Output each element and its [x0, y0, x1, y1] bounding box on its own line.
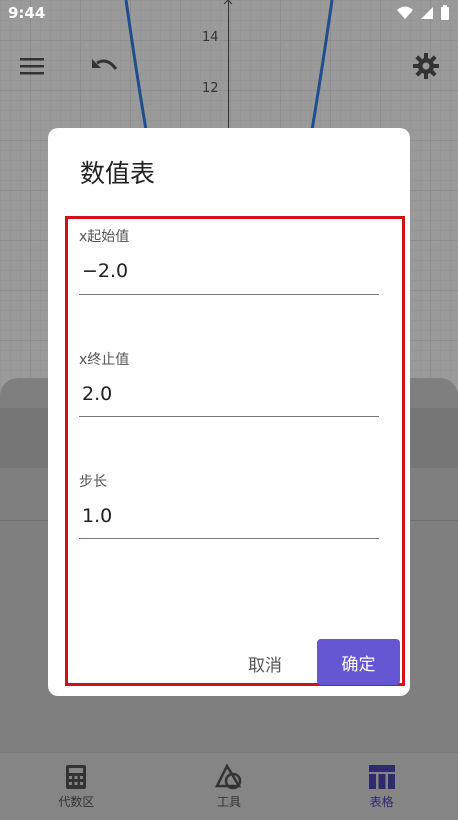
- step-value[interactable]: 1.0: [79, 505, 379, 527]
- nav-item-tools[interactable]: 工具: [179, 763, 279, 810]
- wifi-icon: [397, 6, 413, 19]
- shapes-icon: [214, 763, 242, 789]
- step-field[interactable]: 步长 1.0: [79, 471, 379, 539]
- y-tick-label: 14: [202, 30, 219, 45]
- menu-icon: [20, 58, 44, 75]
- nav-item-algebra[interactable]: 代数区: [26, 764, 126, 810]
- x-end-label: x终止值: [79, 352, 130, 368]
- x-start-underline: [79, 294, 379, 295]
- signal-icon: [421, 7, 433, 19]
- cancel-button[interactable]: 取消: [234, 644, 296, 682]
- x-start-field[interactable]: x起始值 −2.0: [79, 226, 379, 295]
- calculator-icon: [66, 764, 87, 789]
- step-label: 步长: [79, 474, 107, 490]
- nav-label: 表格: [369, 794, 394, 809]
- nav-item-table[interactable]: 表格: [332, 764, 432, 810]
- step-underline: [79, 538, 379, 539]
- x-end-underline: [79, 416, 379, 417]
- table-icon: [368, 764, 395, 789]
- x-start-value[interactable]: −2.0: [79, 260, 379, 282]
- highlight-box: [65, 216, 405, 686]
- status-bar: 9:44: [0, 0, 458, 26]
- table-of-values-dialog: 数值表 x起始值 −2.0 x终止值 2.0 步长 1.0 取消 确定: [48, 128, 410, 696]
- y-tick-label: 12: [202, 81, 219, 96]
- undo-button[interactable]: [88, 50, 120, 82]
- undo-icon: [92, 59, 118, 70]
- x-end-value[interactable]: 2.0: [79, 383, 379, 405]
- nav-label: 工具: [216, 794, 241, 809]
- battery-icon: [441, 5, 449, 20]
- bottom-nav: 代数区 工具 表格: [0, 752, 458, 820]
- settings-button[interactable]: [410, 50, 442, 82]
- status-time: 9:44: [8, 4, 46, 22]
- x-end-field[interactable]: x终止值 2.0: [79, 349, 379, 417]
- nav-label: 代数区: [58, 794, 95, 809]
- gear-icon: [413, 53, 439, 79]
- menu-button[interactable]: [16, 50, 48, 82]
- confirm-button[interactable]: 确定: [317, 639, 400, 685]
- dialog-title: 数值表: [80, 159, 156, 188]
- x-start-label: x起始值: [79, 229, 130, 245]
